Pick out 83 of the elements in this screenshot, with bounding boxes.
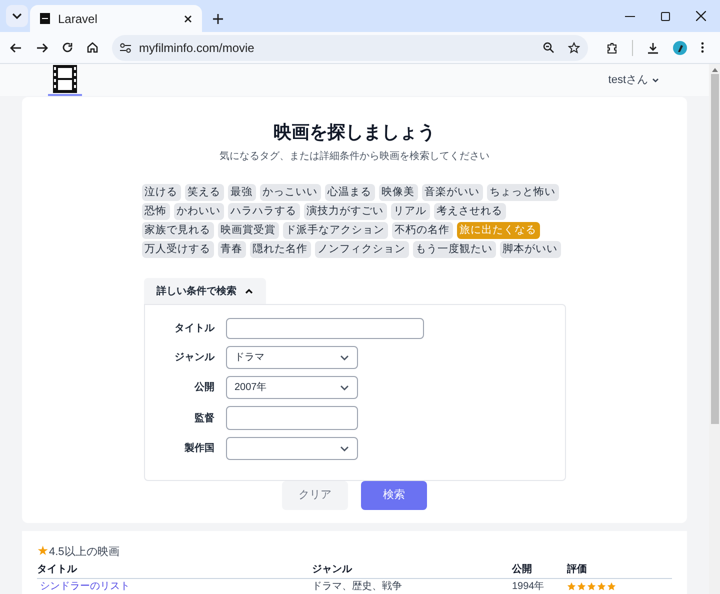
scroll-up-icon[interactable] xyxy=(712,68,718,72)
scrollbar[interactable] xyxy=(709,64,720,594)
field-label: 公開 xyxy=(193,380,216,395)
tag-chip[interactable]: 泣ける xyxy=(142,184,180,201)
page-subtitle: 気になるタグ、または詳細条件から映画を検索してください xyxy=(220,150,490,164)
table-cell-text: 1994年 xyxy=(512,580,546,592)
tag-chip[interactable]: 不朽の名作 xyxy=(392,222,452,239)
close-icon[interactable] xyxy=(696,11,706,21)
field-label: 監督 xyxy=(194,412,216,426)
tag-chip[interactable]: 考えさせれる xyxy=(434,203,506,220)
user-menu[interactable]: testさん xyxy=(608,72,659,88)
tag-chip[interactable]: ハラハラする xyxy=(228,203,300,220)
tab-list-button[interactable] xyxy=(6,5,28,27)
column-header: タイトル xyxy=(37,562,78,576)
film-logo-icon[interactable] xyxy=(53,65,77,93)
column-header: 評価 xyxy=(567,562,588,576)
select-field[interactable]: 2007年 xyxy=(226,376,358,399)
tab-title: Laravel xyxy=(58,10,98,28)
forward-icon[interactable] xyxy=(36,42,48,52)
tag-chip[interactable]: 隠れた名作 xyxy=(250,241,310,258)
tag-chip[interactable]: 万人受けする xyxy=(142,241,214,258)
field-label: タイトル xyxy=(174,322,216,336)
tag-chip[interactable]: 映像美 xyxy=(378,184,418,201)
chevron-down-icon xyxy=(12,13,22,19)
select-field[interactable]: ドラマ xyxy=(226,346,358,369)
chevron-down-icon xyxy=(340,384,348,390)
tag-chip[interactable]: ド派手なアクション xyxy=(282,222,388,239)
star-icon xyxy=(587,582,596,591)
tag-chip[interactable]: 映画賞受賞 xyxy=(218,222,278,239)
site-settings-icon[interactable] xyxy=(120,42,131,52)
page-title: 映画を探しましょう xyxy=(274,121,436,144)
maximize-icon[interactable] xyxy=(661,12,670,21)
zoom-icon[interactable] xyxy=(543,42,554,53)
select-field[interactable] xyxy=(226,437,358,460)
home-icon[interactable] xyxy=(87,42,98,53)
section-heading: ★4.5以上の映画 xyxy=(37,542,120,560)
download-icon[interactable] xyxy=(647,42,659,54)
chevron-down-icon xyxy=(340,354,348,360)
new-tab-icon[interactable] xyxy=(213,14,223,24)
table-cell-text: ドラマ、歴史、戦争 xyxy=(312,580,403,592)
url-text: myfilminfo.com/movie xyxy=(139,40,256,56)
chevron-down-icon xyxy=(340,446,348,452)
tag-chip[interactable]: ちょっと怖い xyxy=(486,184,558,201)
star-icon xyxy=(607,582,616,591)
tag-chip[interactable]: 笑える xyxy=(184,184,224,201)
movie-link[interactable]: シンドラーのリスト xyxy=(37,580,312,592)
tag-chip[interactable]: 恐怖 xyxy=(142,203,170,220)
address-bar[interactable]: myfilminfo.com/movie xyxy=(112,34,588,60)
text-field[interactable] xyxy=(226,318,424,339)
tag-chip[interactable]: 演技力がすごい xyxy=(304,203,386,220)
tag-chip[interactable]: リアル xyxy=(390,203,430,220)
extensions-icon[interactable] xyxy=(606,42,618,54)
tag-chip[interactable]: 青春 xyxy=(218,241,246,258)
chevron-down-icon xyxy=(652,78,659,83)
advanced-search-toggle[interactable]: 詳しい条件で検索 xyxy=(144,278,266,304)
column-header: ジャンル xyxy=(312,562,354,576)
star-icon xyxy=(577,582,586,591)
avatar-icon[interactable] xyxy=(673,40,687,54)
star-icon[interactable] xyxy=(568,42,580,54)
search-button[interactable]: 検索 xyxy=(361,481,427,510)
tag-chip[interactable]: ノンフィクション xyxy=(314,241,408,258)
tag-chip[interactable]: もう一度観たい xyxy=(412,241,496,258)
film-icon xyxy=(40,13,50,24)
close-icon[interactable] xyxy=(184,14,192,22)
star-icon xyxy=(567,582,576,591)
field-label: ジャンル xyxy=(174,351,216,365)
field-label: 製作国 xyxy=(184,442,216,456)
tag-chip[interactable]: 脚本がいい xyxy=(500,241,560,258)
clear-button[interactable]: クリア xyxy=(282,481,348,510)
column-header: 公開 xyxy=(512,562,533,576)
chevron-up-icon xyxy=(244,288,252,294)
tag-chip[interactable]: 家族で見れる xyxy=(142,222,214,239)
tag-chip[interactable]: かっこいい xyxy=(260,184,320,201)
reload-icon[interactable] xyxy=(62,42,73,53)
back-icon[interactable] xyxy=(10,42,22,52)
tag-chip[interactable]: 音楽がいい xyxy=(422,184,482,201)
tag-chip[interactable]: かわいい xyxy=(174,203,224,220)
star-icon xyxy=(597,582,606,591)
browser-tab[interactable]: Laravel xyxy=(30,5,202,32)
text-field[interactable] xyxy=(226,406,358,430)
tag-chip[interactable]: 心温まる xyxy=(324,184,374,201)
tag-chip[interactable]: 最強 xyxy=(228,184,256,201)
menu-icon[interactable] xyxy=(701,42,704,53)
